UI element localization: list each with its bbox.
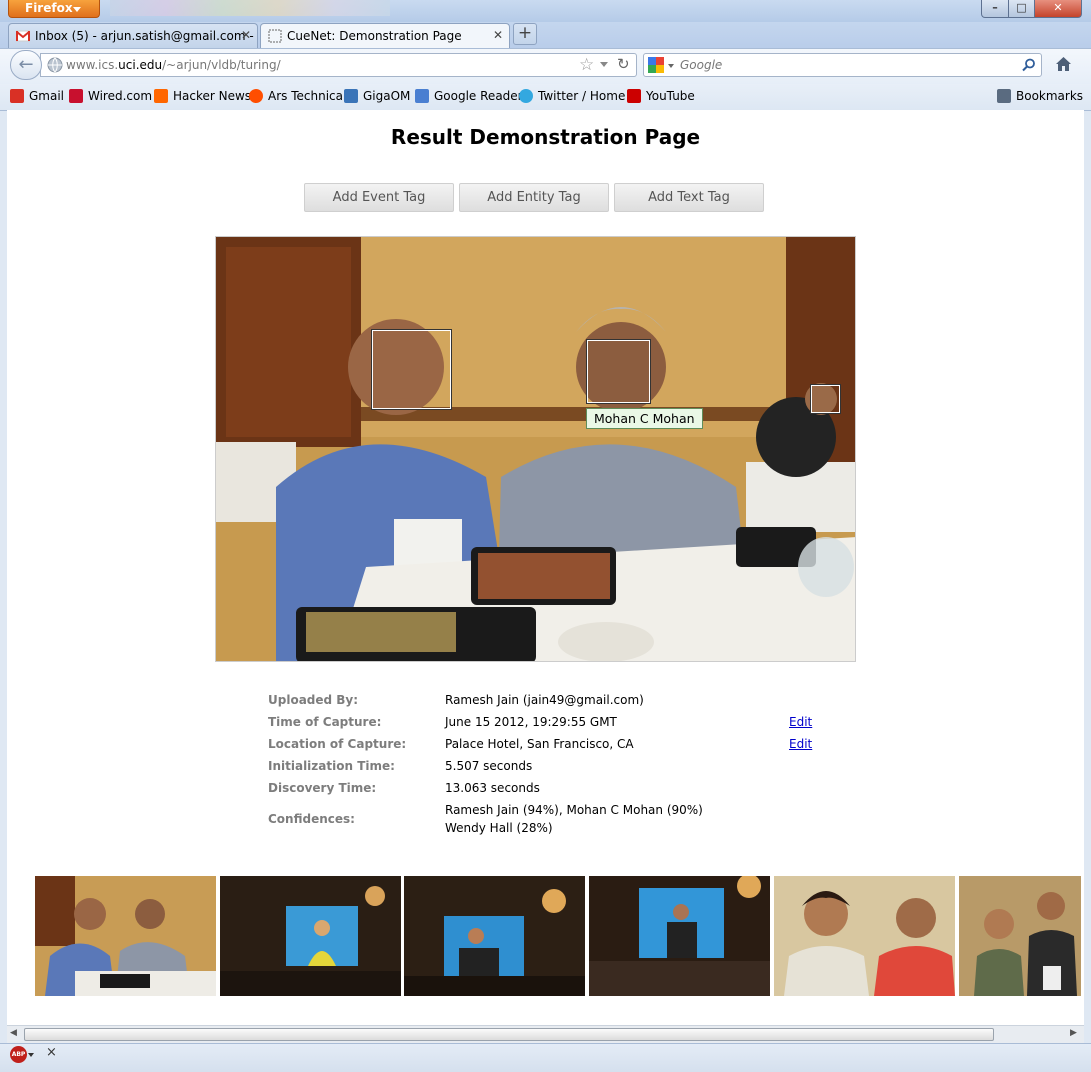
- face-box[interactable]: [810, 384, 841, 414]
- thumbnail[interactable]: [959, 876, 1081, 996]
- detail-value: Ramesh Jain (jain49@gmail.com): [445, 693, 644, 707]
- thumbnail[interactable]: [774, 876, 955, 996]
- new-tab-button[interactable]: +: [513, 23, 537, 45]
- face-box[interactable]: [371, 329, 452, 410]
- google-icon[interactable]: [648, 57, 664, 73]
- scroll-right-icon[interactable]: ▶: [1070, 1028, 1077, 1038]
- detail-label: Initialization Time:: [268, 759, 395, 773]
- page-icon: [268, 29, 282, 43]
- tab-label: Inbox (5) - arjun.satish@gmail.com - ...: [35, 29, 258, 43]
- search-engine-dropdown-icon[interactable]: [668, 64, 674, 68]
- chevron-down-icon: [73, 7, 81, 12]
- minimize-button[interactable]: –: [981, 0, 1009, 18]
- scrollbar-thumb[interactable]: [24, 1028, 994, 1041]
- ars-icon: [249, 89, 263, 103]
- main-photo[interactable]: [215, 236, 856, 662]
- bookmark-ars-technica[interactable]: Ars Technica: [249, 89, 343, 103]
- tab-cuenet[interactable]: CueNet: Demonstration Page ✕: [260, 23, 510, 49]
- detail-value: 13.063 seconds: [445, 781, 540, 795]
- thumbnail[interactable]: [589, 876, 770, 996]
- scroll-left-icon[interactable]: ◀: [10, 1028, 17, 1038]
- google-reader-icon: [415, 89, 429, 103]
- search-placeholder: Google: [680, 58, 723, 72]
- url-dropdown-icon[interactable]: [600, 62, 608, 67]
- detail-value: Ramesh Jain (94%), Mohan C Mohan (90%): [445, 803, 703, 817]
- detail-value: Palace Hotel, San Francisco, CA: [445, 737, 634, 751]
- bookmarks-menu[interactable]: Bookmarks: [997, 89, 1083, 103]
- detail-label: Time of Capture:: [268, 715, 382, 729]
- thumbnail[interactable]: [35, 876, 216, 996]
- firefox-menu-label: Firefox: [25, 1, 73, 15]
- search-icon[interactable]: [1022, 58, 1036, 72]
- gmail-icon: [10, 89, 24, 103]
- bookmark-google-reader[interactable]: Google Reader: [415, 89, 523, 103]
- back-button[interactable]: ←: [10, 50, 42, 80]
- status-bar: [0, 1043, 1091, 1072]
- detail-label: Discovery Time:: [268, 781, 377, 795]
- adblock-dropdown-icon[interactable]: [28, 1053, 34, 1057]
- url-text[interactable]: www.ics.uci.edu/~arjun/vldb/turing/: [66, 58, 281, 72]
- bookmark-star-icon[interactable]: ☆: [579, 55, 594, 75]
- detail-value: Wendy Hall (28%): [445, 821, 553, 835]
- wired-icon: [69, 89, 83, 103]
- bookmark-gmail[interactable]: Gmail: [10, 89, 64, 103]
- home-icon[interactable]: [1055, 56, 1072, 72]
- bookmark-gigaom[interactable]: GigaOM: [344, 89, 410, 103]
- close-tab-icon[interactable]: ✕: [241, 28, 251, 42]
- close-tab-icon[interactable]: ✕: [493, 28, 503, 42]
- page-title: Result Demonstration Page: [390, 125, 701, 149]
- close-addon-bar-icon[interactable]: ×: [46, 1045, 57, 1060]
- thumbnail[interactable]: [404, 876, 585, 996]
- add-entity-tag-button[interactable]: Add Entity Tag: [459, 183, 609, 212]
- firefox-menu-button[interactable]: Firefox: [8, 0, 100, 18]
- gmail-icon: [16, 30, 30, 42]
- edit-location-link[interactable]: Edit: [789, 737, 812, 751]
- title-bar-decoration: [110, 0, 390, 16]
- add-text-tag-button[interactable]: Add Text Tag: [614, 183, 764, 212]
- detail-value: 5.507 seconds: [445, 759, 533, 773]
- adblock-icon[interactable]: ABP: [10, 1046, 27, 1063]
- face-name-label: Mohan C Mohan: [586, 408, 703, 429]
- hacker-news-icon: [154, 89, 168, 103]
- detail-label: Confidences:: [268, 812, 355, 826]
- detail-label: Uploaded By:: [268, 693, 359, 707]
- twitter-icon: [519, 89, 533, 103]
- edit-time-link[interactable]: Edit: [789, 715, 812, 729]
- bookmark-wired[interactable]: Wired.com: [69, 89, 152, 103]
- detail-value: June 15 2012, 19:29:55 GMT: [445, 715, 617, 729]
- bookmark-hacker-news[interactable]: Hacker News: [154, 89, 251, 103]
- close-window-button[interactable]: ✕: [1034, 0, 1082, 18]
- maximize-button[interactable]: □: [1008, 0, 1035, 18]
- youtube-icon: [627, 89, 641, 103]
- bookmarks-star-icon: [997, 89, 1011, 103]
- add-event-tag-button[interactable]: Add Event Tag: [304, 183, 454, 212]
- photo-illustration: [216, 237, 855, 661]
- tab-label: CueNet: Demonstration Page: [287, 29, 462, 43]
- reload-icon[interactable]: ↻: [617, 55, 630, 73]
- bookmark-youtube[interactable]: YouTube: [627, 89, 695, 103]
- face-box[interactable]: [586, 339, 651, 404]
- gigaom-icon: [344, 89, 358, 103]
- bookmark-twitter[interactable]: Twitter / Home: [519, 89, 625, 103]
- tab-inbox[interactable]: Inbox (5) - arjun.satish@gmail.com - ...…: [8, 23, 258, 48]
- detail-label: Location of Capture:: [268, 737, 407, 751]
- thumbnail[interactable]: [220, 876, 401, 996]
- globe-icon: [47, 57, 63, 73]
